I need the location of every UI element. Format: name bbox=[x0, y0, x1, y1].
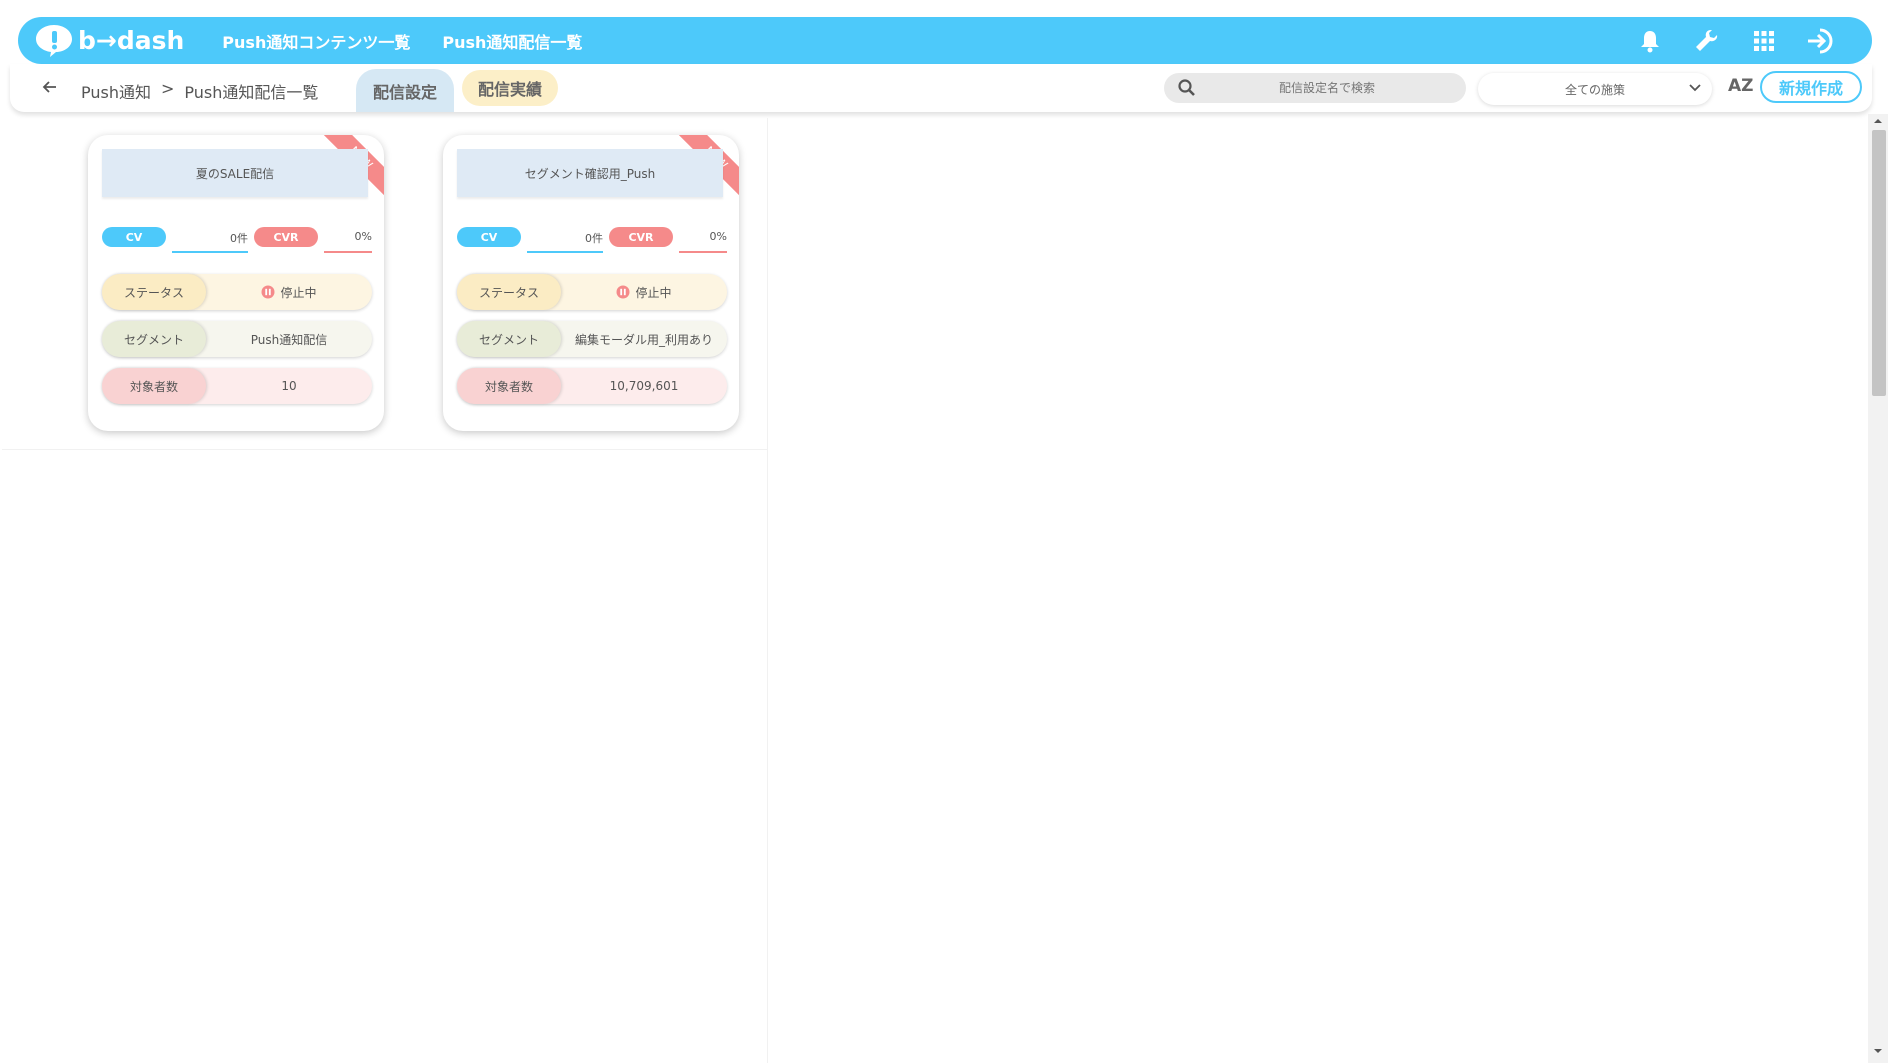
breadcrumb: Push通知 > Push通知配信一覧 bbox=[81, 79, 318, 103]
status-row: ステータス 停止中 bbox=[102, 274, 372, 310]
header-icons bbox=[1608, 17, 1836, 64]
target-count-row: 対象者数 10,709,601 bbox=[457, 368, 727, 404]
cv-underline bbox=[527, 251, 603, 253]
status-label: ステータス bbox=[457, 274, 561, 310]
card-title: 夏のSALE配信 bbox=[102, 149, 368, 197]
scroll-up-arrow-icon[interactable] bbox=[1871, 116, 1885, 126]
target-count-value: 10,709,601 bbox=[609, 379, 679, 393]
tab-delivery-results[interactable]: 配信実績 bbox=[462, 70, 558, 106]
cv-underline bbox=[172, 251, 248, 253]
breadcrumb-current: Push通知配信一覧 bbox=[184, 83, 319, 102]
metric-row: CV 0件 CVR 0% bbox=[457, 227, 727, 257]
delivery-card[interactable]: NEW 夏のSALE配信 CV 0件 CVR 0% ステータス 停止中 セグメン… bbox=[88, 135, 384, 431]
back-arrow-icon[interactable] bbox=[40, 76, 60, 98]
cvr-value: 0% bbox=[709, 230, 727, 243]
nav-push-delivery-list[interactable]: Push通知配信一覧 bbox=[442, 29, 582, 53]
cv-value: 0件 bbox=[230, 232, 248, 245]
target-count-row: 対象者数 10 bbox=[102, 368, 372, 404]
search-box bbox=[1164, 73, 1466, 103]
breadcrumb-parent[interactable]: Push通知 bbox=[81, 79, 151, 103]
logo-text: b→dash bbox=[78, 26, 185, 55]
target-count-value: 10 bbox=[281, 379, 297, 393]
status-row: ステータス 停止中 bbox=[457, 274, 727, 310]
status-label: ステータス bbox=[102, 274, 206, 310]
cvr-value: 0% bbox=[354, 230, 372, 243]
sub-toolbar: Push通知 > Push通知配信一覧 配信設定 配信実績 全ての施策 AZ 新… bbox=[10, 64, 1872, 112]
pause-icon bbox=[261, 285, 275, 299]
segment-label: セグメント bbox=[457, 321, 561, 357]
breadcrumb-separator: > bbox=[161, 79, 175, 98]
cv-label: CV bbox=[102, 227, 166, 247]
target-count-label: 対象者数 bbox=[457, 368, 561, 404]
card-title: セグメント確認用_Push bbox=[457, 149, 723, 197]
chevron-down-icon bbox=[1689, 84, 1701, 92]
cvr-underline bbox=[324, 251, 372, 253]
scroll-down-arrow-icon[interactable] bbox=[1871, 1046, 1885, 1056]
cvr-underline bbox=[679, 251, 727, 253]
sort-az-button[interactable]: AZ bbox=[1728, 76, 1753, 96]
segment-row: セグメント Push通知配信 bbox=[102, 321, 372, 357]
segment-value: Push通知配信 bbox=[250, 332, 328, 347]
delivery-card[interactable]: NEW セグメント確認用_Push CV 0件 CVR 0% ステータス 停止中… bbox=[443, 135, 739, 431]
policy-filter-value: 全ての施策 bbox=[1564, 82, 1625, 97]
top-nav: Push通知コンテンツ一覧 Push通知配信一覧 bbox=[222, 29, 614, 53]
search-icon bbox=[1178, 79, 1195, 96]
tab-delivery-settings[interactable]: 配信設定 bbox=[356, 69, 454, 112]
top-header: b→dash Push通知コンテンツ一覧 Push通知配信一覧 bbox=[18, 17, 1872, 64]
status-value-wrap: 停止中 bbox=[206, 274, 372, 310]
cvr-label: CVR bbox=[609, 227, 673, 247]
status-value: 停止中 bbox=[635, 285, 672, 300]
nav-push-content-list[interactable]: Push通知コンテンツ一覧 bbox=[222, 29, 410, 53]
logo[interactable]: b→dash bbox=[34, 17, 184, 64]
logout-icon[interactable] bbox=[1806, 26, 1836, 56]
target-count-label: 対象者数 bbox=[102, 368, 206, 404]
bell-icon[interactable] bbox=[1635, 26, 1665, 56]
cvr-label: CVR bbox=[254, 227, 318, 247]
segment-label: セグメント bbox=[102, 321, 206, 357]
cv-label: CV bbox=[457, 227, 521, 247]
search-input[interactable] bbox=[1207, 81, 1447, 95]
grid-icon[interactable] bbox=[1749, 26, 1779, 56]
scrollbar-thumb[interactable] bbox=[1872, 130, 1886, 396]
metric-row: CV 0件 CVR 0% bbox=[102, 227, 372, 257]
pause-icon bbox=[616, 285, 630, 299]
policy-filter-select[interactable]: 全ての施策 bbox=[1478, 73, 1712, 105]
create-new-button[interactable]: 新規作成 bbox=[1760, 71, 1862, 103]
status-value-wrap: 停止中 bbox=[561, 274, 727, 310]
cv-value: 0件 bbox=[585, 232, 603, 245]
segment-row: セグメント 編集モーダル用_利用あり bbox=[457, 321, 727, 357]
status-value: 停止中 bbox=[280, 285, 317, 300]
wrench-icon[interactable] bbox=[1692, 26, 1722, 56]
segment-value: 編集モーダル用_利用あり bbox=[574, 332, 713, 347]
logo-bubble-icon bbox=[36, 24, 72, 57]
